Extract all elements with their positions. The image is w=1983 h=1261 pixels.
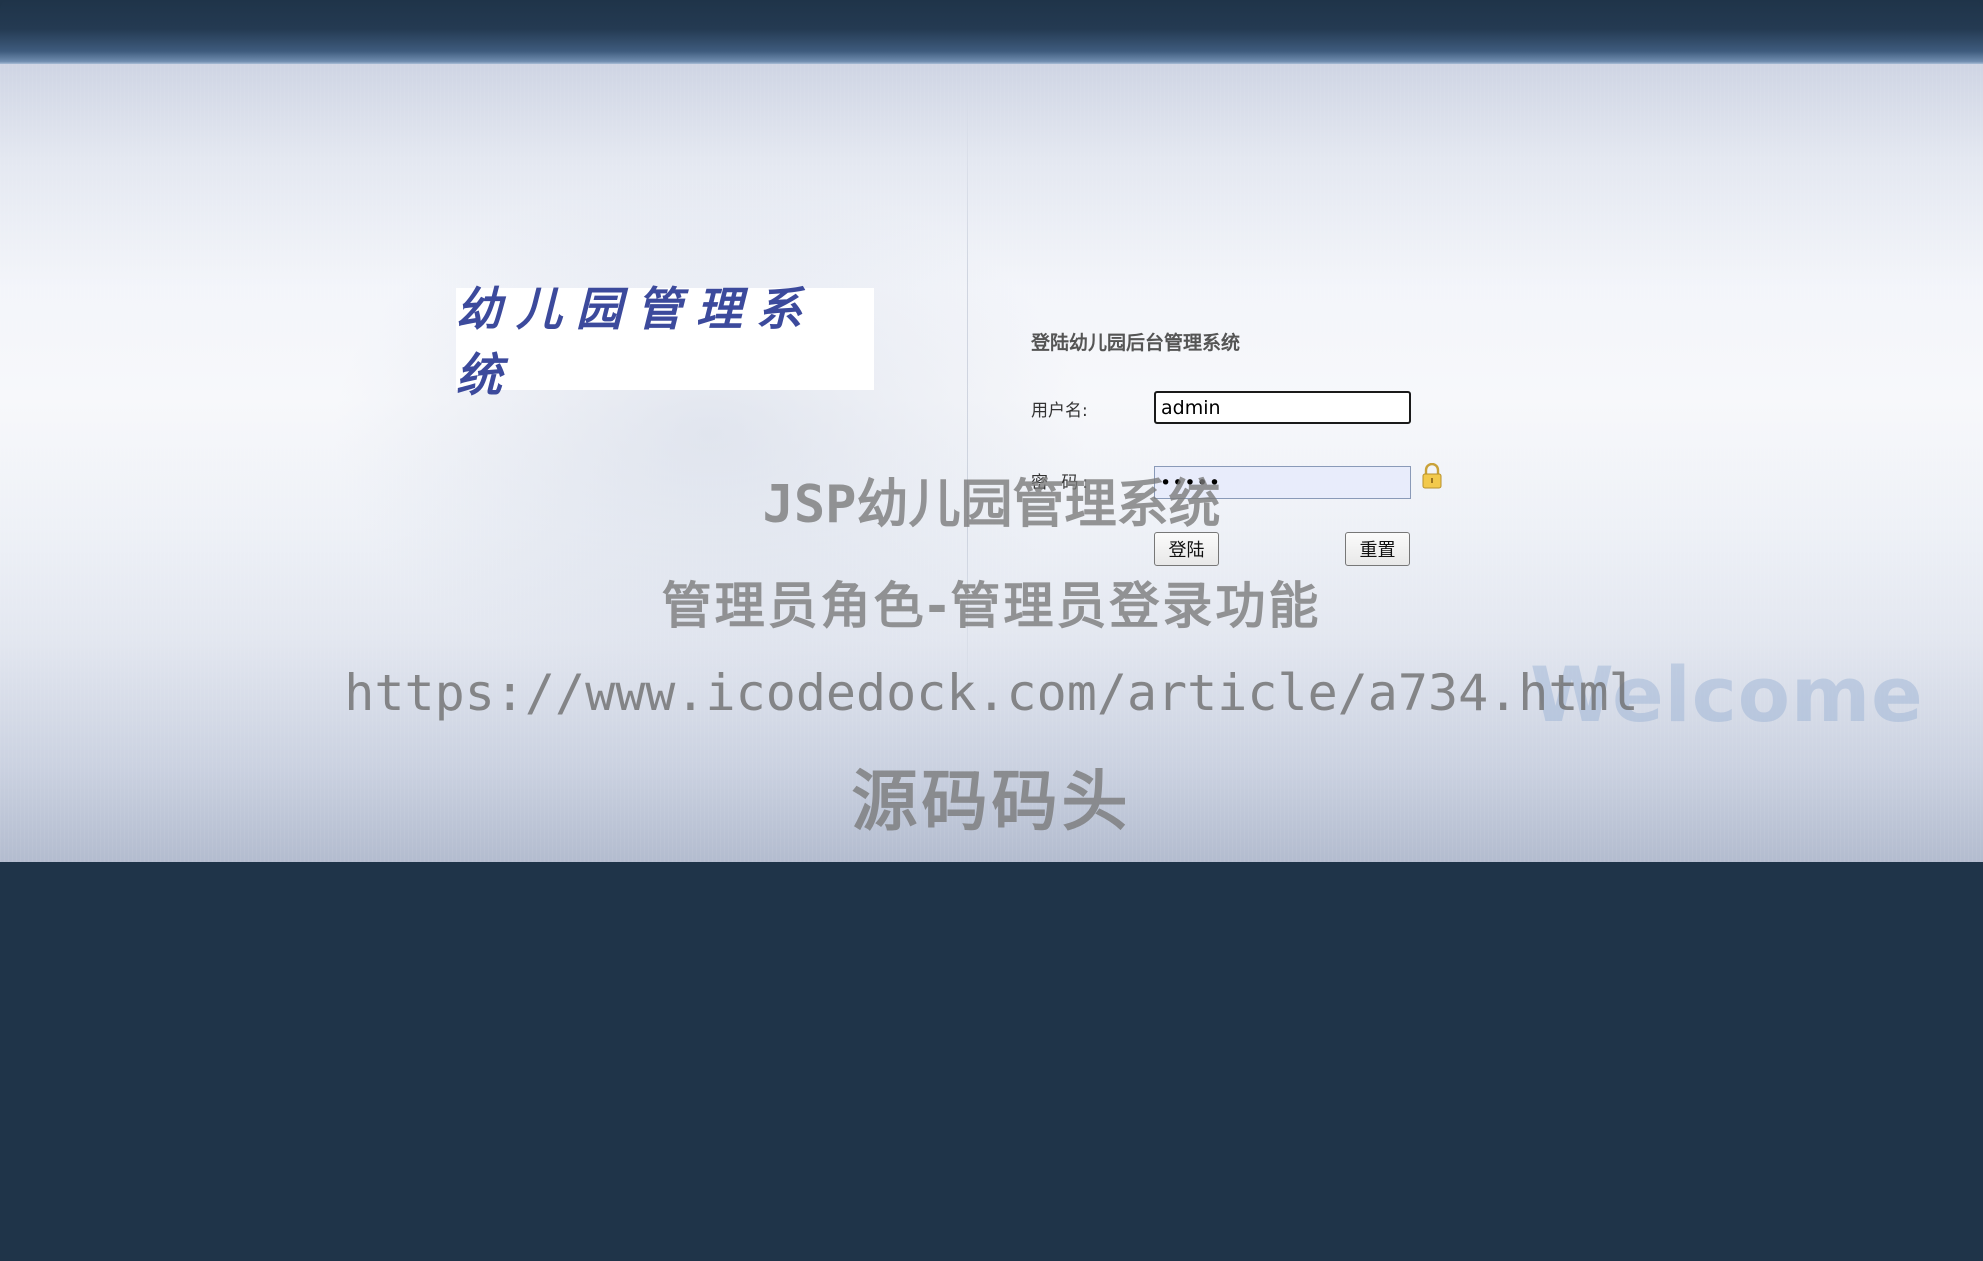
watermark-subtitle: 管理员角色-管理员登录功能	[661, 577, 1322, 635]
username-input[interactable]	[1154, 391, 1411, 424]
reset-button[interactable]: 重置	[1345, 532, 1410, 566]
login-button[interactable]: 登陆	[1154, 532, 1219, 566]
watermark-brand: 源码码头	[851, 763, 1132, 840]
watermark-url: https://www.icodedock.com/article/a734.h…	[344, 664, 1639, 722]
login-form-title: 登陆幼儿园后台管理系统	[1031, 332, 1241, 354]
system-logo: 幼儿园管理系统	[456, 282, 874, 402]
watermark-title: JSP幼儿园管理系统	[762, 475, 1221, 535]
top-header-bar	[0, 0, 1983, 64]
logo-text: 幼儿园管理系统	[456, 282, 816, 402]
bottom-footer-area	[0, 862, 1983, 1261]
login-page: 幼儿园管理系统 Welcome 登陆幼儿园后台管理系统 用户名: 密 码: 登陆…	[0, 0, 1983, 1261]
username-label: 用户名:	[1031, 401, 1088, 421]
